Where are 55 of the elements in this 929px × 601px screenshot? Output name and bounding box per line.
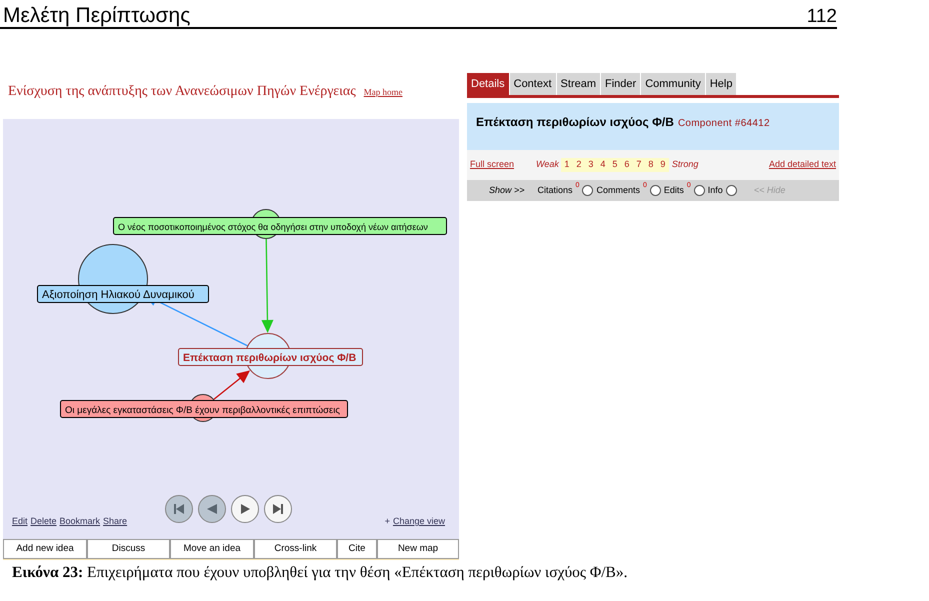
toolbar-button[interactable]: Add new idea <box>3 539 87 559</box>
component-id: Component #64412 <box>678 117 770 131</box>
weak-label: Weak <box>536 158 559 172</box>
rating-step[interactable]: 6 <box>620 158 633 172</box>
rating-step[interactable]: 4 <box>596 158 609 172</box>
idea-node[interactable]: Επέκταση περιθωρίων ισχύος Φ/Β <box>178 333 363 379</box>
tab[interactable]: Community <box>641 73 705 95</box>
toolbar-button[interactable]: New map <box>377 539 459 559</box>
skip-back-icon <box>173 503 185 515</box>
tab[interactable]: Finder <box>601 73 640 95</box>
toolbar-button[interactable]: Cite <box>337 539 377 559</box>
map-action-link[interactable]: Bookmark <box>60 515 100 528</box>
rating-step[interactable]: 1 <box>560 158 573 172</box>
tab[interactable]: Details <box>467 73 509 95</box>
page-header-title: Μελέτη Περίπτωσης <box>2 5 190 26</box>
map-action-link[interactable]: Edit <box>12 515 28 528</box>
full-screen-link[interactable]: Full screen <box>470 158 514 172</box>
map-title: Ενίσχυση της ανάπτυξης των Ανανεώσιμων Πηγών Ενέργειας <box>8 84 356 99</box>
toolbar-button[interactable]: Cross-link <box>254 539 337 559</box>
rating-step[interactable]: 2 <box>572 158 585 172</box>
rating-step[interactable]: 3 <box>584 158 597 172</box>
rating-step[interactable]: 8 <box>644 158 657 172</box>
rating-step[interactable]: 9 <box>656 158 669 172</box>
option-label: Edits <box>664 184 684 197</box>
radio-button[interactable] <box>694 185 705 196</box>
option-label: Comments <box>596 184 640 197</box>
map-action-link[interactable]: Share <box>103 515 128 528</box>
radio-button[interactable] <box>582 185 594 196</box>
rating-step[interactable]: 5 <box>608 158 621 172</box>
tab[interactable]: Help <box>706 73 736 95</box>
radio-button[interactable] <box>726 185 737 196</box>
figure-caption: Εικόνα 23: Επιχειρήματα που έχουν υποβληθεί για την θέση «Επέκταση περιθωρίων ισχύος Φ/Β». <box>12 563 628 583</box>
triangle-left-icon <box>206 503 218 515</box>
radio-button[interactable] <box>650 185 661 196</box>
triangle-right-icon <box>239 503 251 515</box>
tab[interactable]: Stream <box>556 73 600 95</box>
skip-forward-icon <box>272 503 284 515</box>
toolbar-button[interactable]: Discuss <box>87 539 170 559</box>
option-label: Info <box>708 184 723 197</box>
map-action-link[interactable]: Delete <box>30 515 57 528</box>
add-text-link[interactable]: Add detailed text <box>768 158 836 172</box>
page-number: 112 <box>806 7 837 26</box>
option-label: Citations <box>538 184 573 197</box>
rating-step[interactable]: 7 <box>632 158 645 172</box>
show-label: Show >> <box>489 184 525 197</box>
idea-node[interactable]: Αξιοποίηση Ηλιακού Δυναμικού <box>37 244 209 314</box>
nav-button[interactable] <box>264 495 292 523</box>
toolbar-button[interactable]: Move an idea <box>170 539 254 559</box>
tab[interactable]: Context <box>510 73 556 95</box>
strong-label: Strong <box>672 158 698 172</box>
nav-button[interactable] <box>231 495 259 523</box>
plus-sign: + <box>384 515 390 528</box>
change-view-link[interactable]: Change view <box>392 515 445 528</box>
map-home-link[interactable]: Map home <box>364 87 402 97</box>
details-title: Επέκταση περιθωρίων ισχύος Φ/Β <box>476 114 674 131</box>
